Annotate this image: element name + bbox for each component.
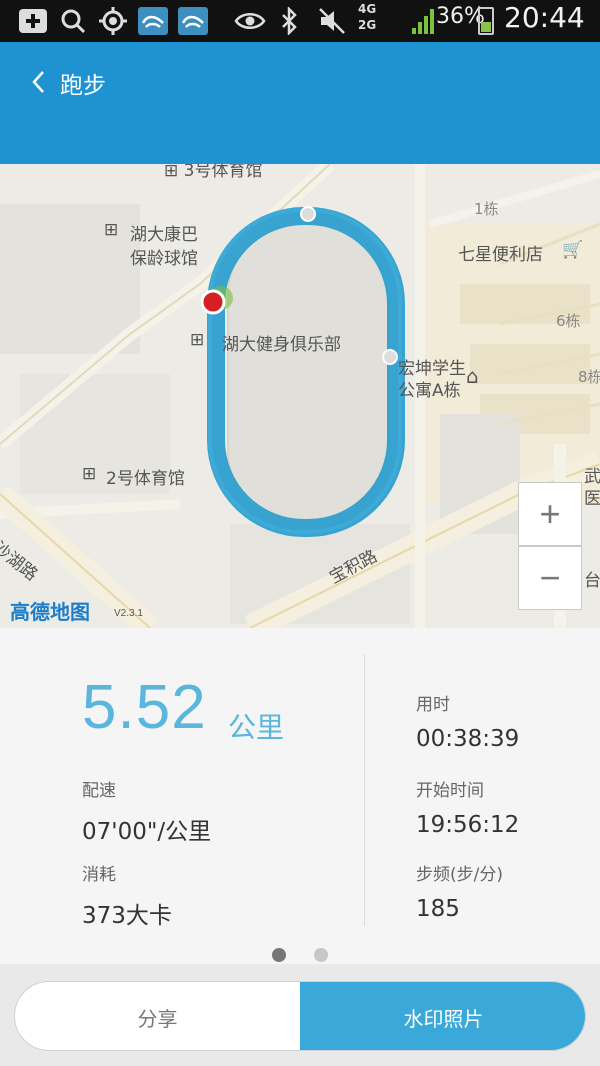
poi-icon: ⊞ — [82, 464, 97, 484]
calories-label: 消耗 — [82, 865, 116, 885]
amap-version: V2.3.1 — [114, 608, 143, 619]
app-icon — [138, 6, 168, 36]
eye-icon — [234, 6, 266, 36]
distance-value: 5.52 — [82, 673, 207, 742]
zoom-out-button[interactable]: − — [518, 546, 582, 610]
cadence-value: 185 — [416, 896, 460, 922]
watermark-photo-button[interactable]: 水印照片 — [300, 982, 585, 1050]
map-label-bldg1: 1栋 — [474, 200, 499, 218]
location-icon — [98, 6, 128, 36]
calories-value: 373大卡 — [82, 903, 172, 929]
start-point-marker — [200, 289, 226, 315]
app-icon — [178, 6, 208, 36]
poi-icon: ⊞ — [104, 220, 119, 240]
pace-value: 07'00"/公里 — [82, 819, 212, 845]
route-point-marker — [300, 206, 316, 222]
battery-icon — [478, 7, 494, 35]
poi-icon: ⌂ — [466, 364, 479, 388]
map-canvas — [0, 164, 600, 628]
map-label-gym2: 2号体育馆 — [106, 469, 185, 489]
map-label-dorm-2: 公寓A栋 — [398, 381, 461, 401]
amap-logo: 高德地图 — [10, 600, 90, 624]
clock: 20:44 — [504, 1, 585, 34]
map-label-hukang-2: 保龄球馆 — [130, 249, 198, 269]
poi-icon: ⊞ 3号体育馆 — [164, 164, 262, 181]
action-button-group: 分享 水印照片 — [14, 981, 586, 1051]
route-map[interactable]: ⊞ 3号体育馆 ⊞ 湖大康巴 保龄球馆 ⊞ 湖大健身俱乐部 宏坤学生 公寓A栋 … — [0, 164, 600, 628]
duration-value: 00:38:39 — [416, 726, 520, 752]
share-button[interactable]: 分享 — [15, 982, 300, 1050]
map-label-wu-2: 医 — [584, 489, 600, 509]
run-stats-panel[interactable]: 5.52 公里 配速 07'00"/公里 消耗 373大卡 用时 00:38:3… — [0, 628, 600, 964]
column-divider — [364, 654, 365, 926]
back-arrow-icon[interactable] — [24, 66, 56, 98]
start-time-value: 19:56:12 — [416, 812, 520, 838]
map-label-store: 七星便利店 — [458, 245, 543, 265]
add-icon — [18, 6, 48, 36]
mute-icon — [318, 6, 346, 36]
map-label-gym3: 3号体育馆 — [183, 164, 263, 181]
page-dot-active[interactable] — [272, 948, 286, 962]
status-bar: 4G 2G 36% 20:44 — [0, 0, 600, 42]
start-time-label: 开始时间 — [416, 781, 484, 801]
map-label-hukang: 湖大康巴 — [130, 225, 198, 245]
map-label-tai: 台 — [584, 571, 600, 591]
action-bar: 分享 水印照片 — [0, 964, 600, 1066]
cadence-label: 步频(步/分) — [416, 865, 503, 885]
duration-label: 用时 — [416, 695, 450, 715]
map-label-club: 湖大健身俱乐部 — [222, 335, 341, 355]
store-icon: 🛒 — [562, 240, 584, 260]
poi-icon: ⊞ — [190, 330, 205, 350]
search-icon — [60, 6, 86, 36]
network-type: 4G 2G — [358, 2, 377, 32]
app-header: 跑步 — [0, 42, 600, 164]
zoom-in-button[interactable]: + — [518, 482, 582, 546]
map-label-bldg6: 6栋 — [556, 312, 581, 330]
route-point-marker — [382, 349, 398, 365]
page-title: 跑步 — [60, 73, 106, 99]
bluetooth-icon — [280, 6, 298, 36]
map-label-bldg8: 8栋 — [578, 368, 600, 386]
page-dot[interactable] — [314, 948, 328, 962]
distance-unit: 公里 — [228, 711, 285, 744]
signal-icon — [410, 6, 436, 40]
pace-label: 配速 — [82, 781, 116, 801]
